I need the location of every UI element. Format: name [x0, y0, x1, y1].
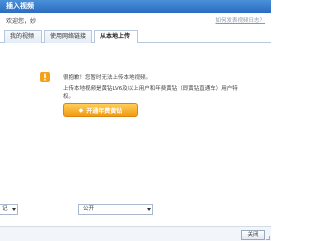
window-title-bar: 插入视频 — [0, 0, 271, 13]
diamond-icon: ◆ — [78, 106, 84, 114]
footer-options: 记 公开 — [0, 204, 271, 218]
notice-detail-cont: 权。 — [63, 94, 75, 100]
notice-detail: 上传本地视频是黄钻LV6及以上用户和年费黄钻（即黄钻直通车）用户特 — [63, 86, 238, 92]
category-select[interactable]: 记 — [0, 204, 18, 215]
dialog-status-bar: 关闭 — [0, 226, 271, 241]
help-link[interactable]: 如何发表视频日志？ — [215, 16, 265, 24]
close-button[interactable]: 关闭 — [241, 230, 265, 240]
privacy-select-value: 公开 — [83, 206, 95, 212]
privacy-select[interactable]: 公开 — [78, 204, 153, 215]
category-select-value: 记 — [2, 206, 8, 212]
welcome-text: 欢迎您，妙 — [6, 18, 37, 25]
open-annual-vip-label: 开通年费黄钻 — [86, 107, 123, 115]
chevron-down-icon — [147, 208, 151, 211]
upload-panel: 很抱歉！您暂时无法上传本地视频。 上传本地视频是黄钻LV6及以上用户和年费黄钻（… — [0, 43, 271, 198]
window-title: 插入视频 — [6, 2, 34, 10]
notice-message: 很抱歉！您暂时无法上传本地视频。 — [63, 75, 152, 81]
chevron-down-icon — [12, 208, 16, 211]
open-annual-vip-button[interactable]: ◆ 开通年费黄钻 — [63, 103, 138, 117]
tab-local-upload[interactable]: 从本地上传 — [94, 30, 138, 44]
tab-my-videos[interactable]: 我的视频 — [4, 30, 42, 43]
tab-network-link[interactable]: 使用网络链接 — [44, 30, 92, 43]
resize-grip-icon[interactable] — [266, 236, 270, 240]
warning-icon — [40, 72, 50, 82]
tab-bar: 我的视频 使用网络链接 从本地上传 — [0, 27, 271, 44]
